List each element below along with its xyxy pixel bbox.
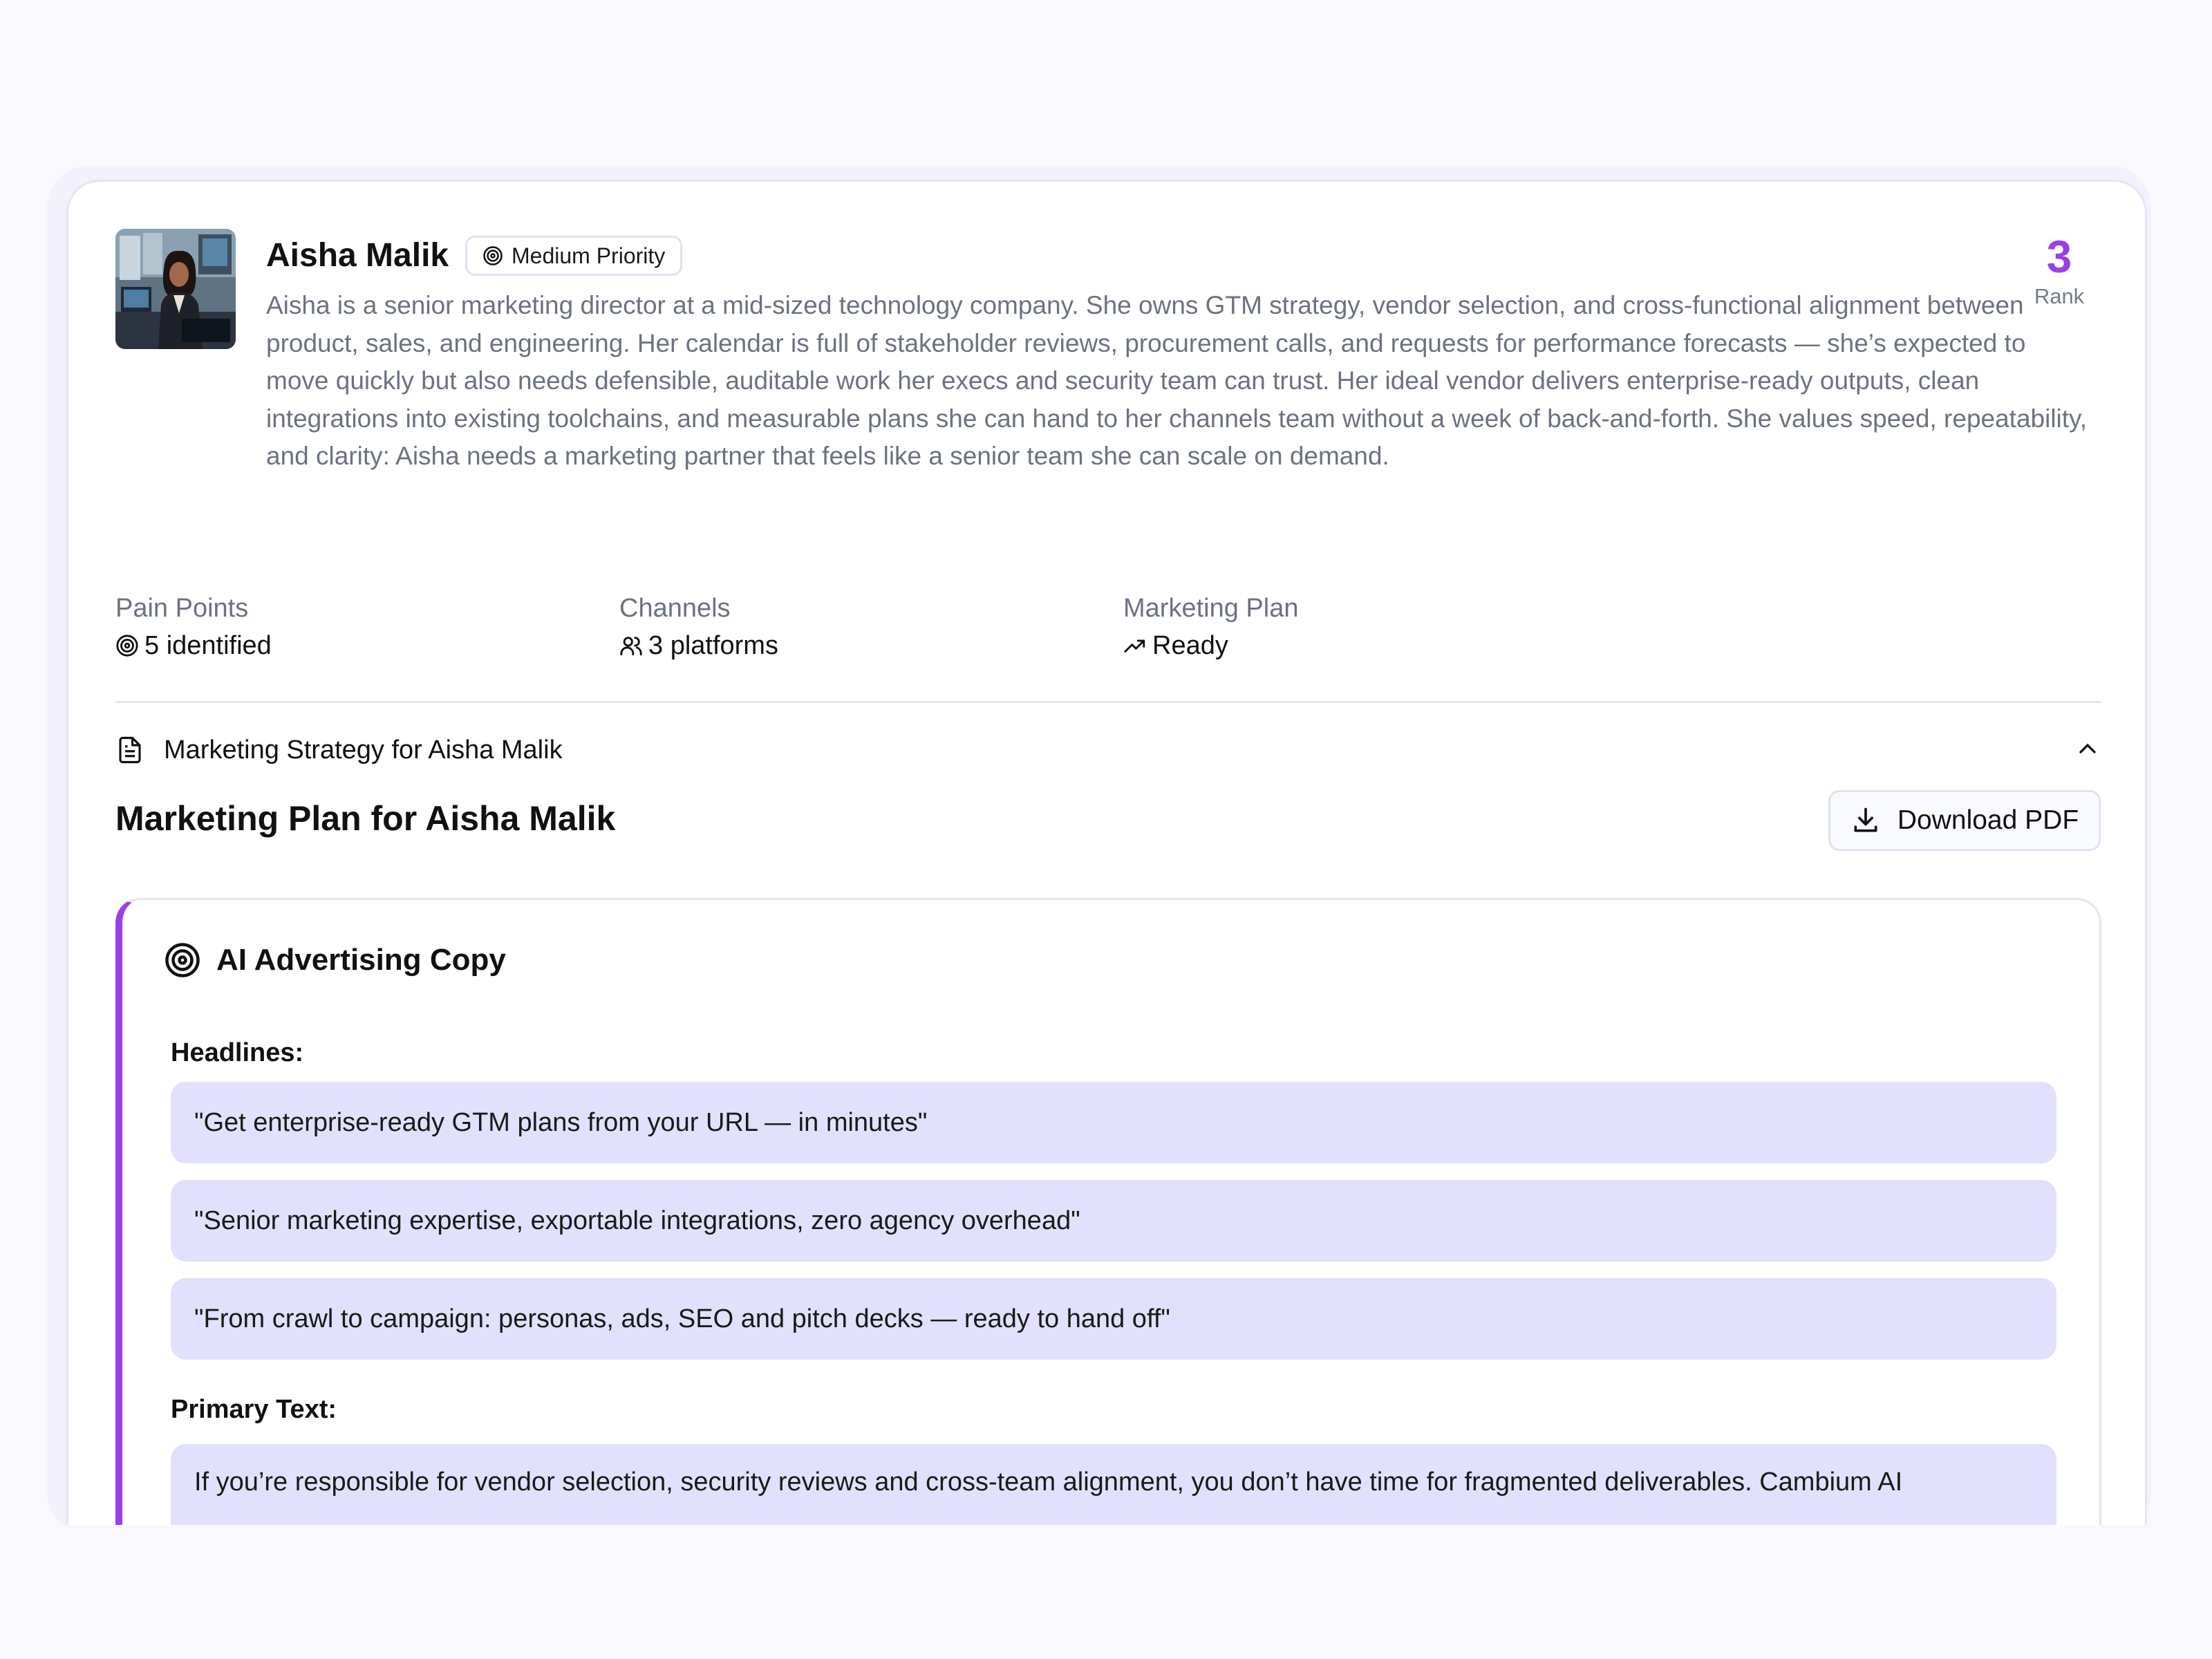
download-pdf-button[interactable]: Download PDF	[1828, 790, 2101, 851]
rank-value: 3	[2046, 231, 2072, 282]
stat-value: Ready	[1152, 631, 1228, 660]
headlines-label: Headlines:	[171, 1038, 304, 1067]
priority-badge: Medium Priority	[465, 236, 683, 276]
headline-item: "From crawl to campaign: personas, ads, …	[171, 1278, 2056, 1360]
headline-item: "Senior marketing expertise, exportable …	[171, 1180, 2056, 1262]
page-background	[0, 1525, 2212, 1659]
trending-up-icon	[1124, 639, 1145, 653]
primary-text: If you’re responsible for vendor selecti…	[171, 1444, 2056, 1528]
strategy-toggle[interactable]: Marketing Strategy for Aisha Malik	[115, 722, 2101, 778]
strategy-title: Marketing Strategy for Aisha Malik	[164, 735, 563, 765]
stat-label: Pain Points	[115, 594, 249, 623]
persona-card: Aisha Malik Medium Priority 3 Rank Aisha…	[66, 180, 2147, 1528]
persona-name: Aisha Malik	[266, 237, 449, 274]
target-icon	[116, 635, 138, 657]
stat-value: 5 identified	[144, 631, 272, 660]
users-icon	[620, 637, 642, 656]
stat-marketing-plan: Marketing Plan Ready	[1123, 590, 1298, 664]
priority-label: Medium Priority	[512, 243, 666, 268]
stat-label: Marketing Plan	[1123, 594, 1299, 623]
primary-text-label: Primary Text:	[171, 1395, 337, 1424]
headline-item: "Get enterprise-ready GTM plans from you…	[171, 1082, 2056, 1163]
stat-value: 3 platforms	[648, 631, 778, 660]
target-icon	[165, 943, 200, 977]
chevron-up-icon[interactable]	[2074, 735, 2101, 762]
stat-channels: Channels 3 platforms	[619, 590, 778, 664]
document-icon	[119, 736, 141, 764]
target-icon	[483, 246, 503, 265]
download-icon	[1854, 807, 1877, 832]
avatar	[115, 229, 236, 349]
download-pdf-label: Download PDF	[1897, 805, 2079, 835]
ad-copy-title: AI Advertising Copy	[216, 943, 506, 977]
stat-label: Channels	[619, 594, 731, 623]
divider	[115, 701, 2101, 703]
ad-copy-card: AI Advertising Copy Headlines: "Get ente…	[115, 898, 2101, 1528]
persona-description: Aisha is a senior marketing director at …	[266, 291, 2088, 471]
ad-copy-header: AI Advertising Copy	[164, 941, 506, 979]
plan-title: Marketing Plan for Aisha Malik	[115, 799, 616, 838]
stat-pain-points: Pain Points 5 identified	[115, 590, 272, 664]
